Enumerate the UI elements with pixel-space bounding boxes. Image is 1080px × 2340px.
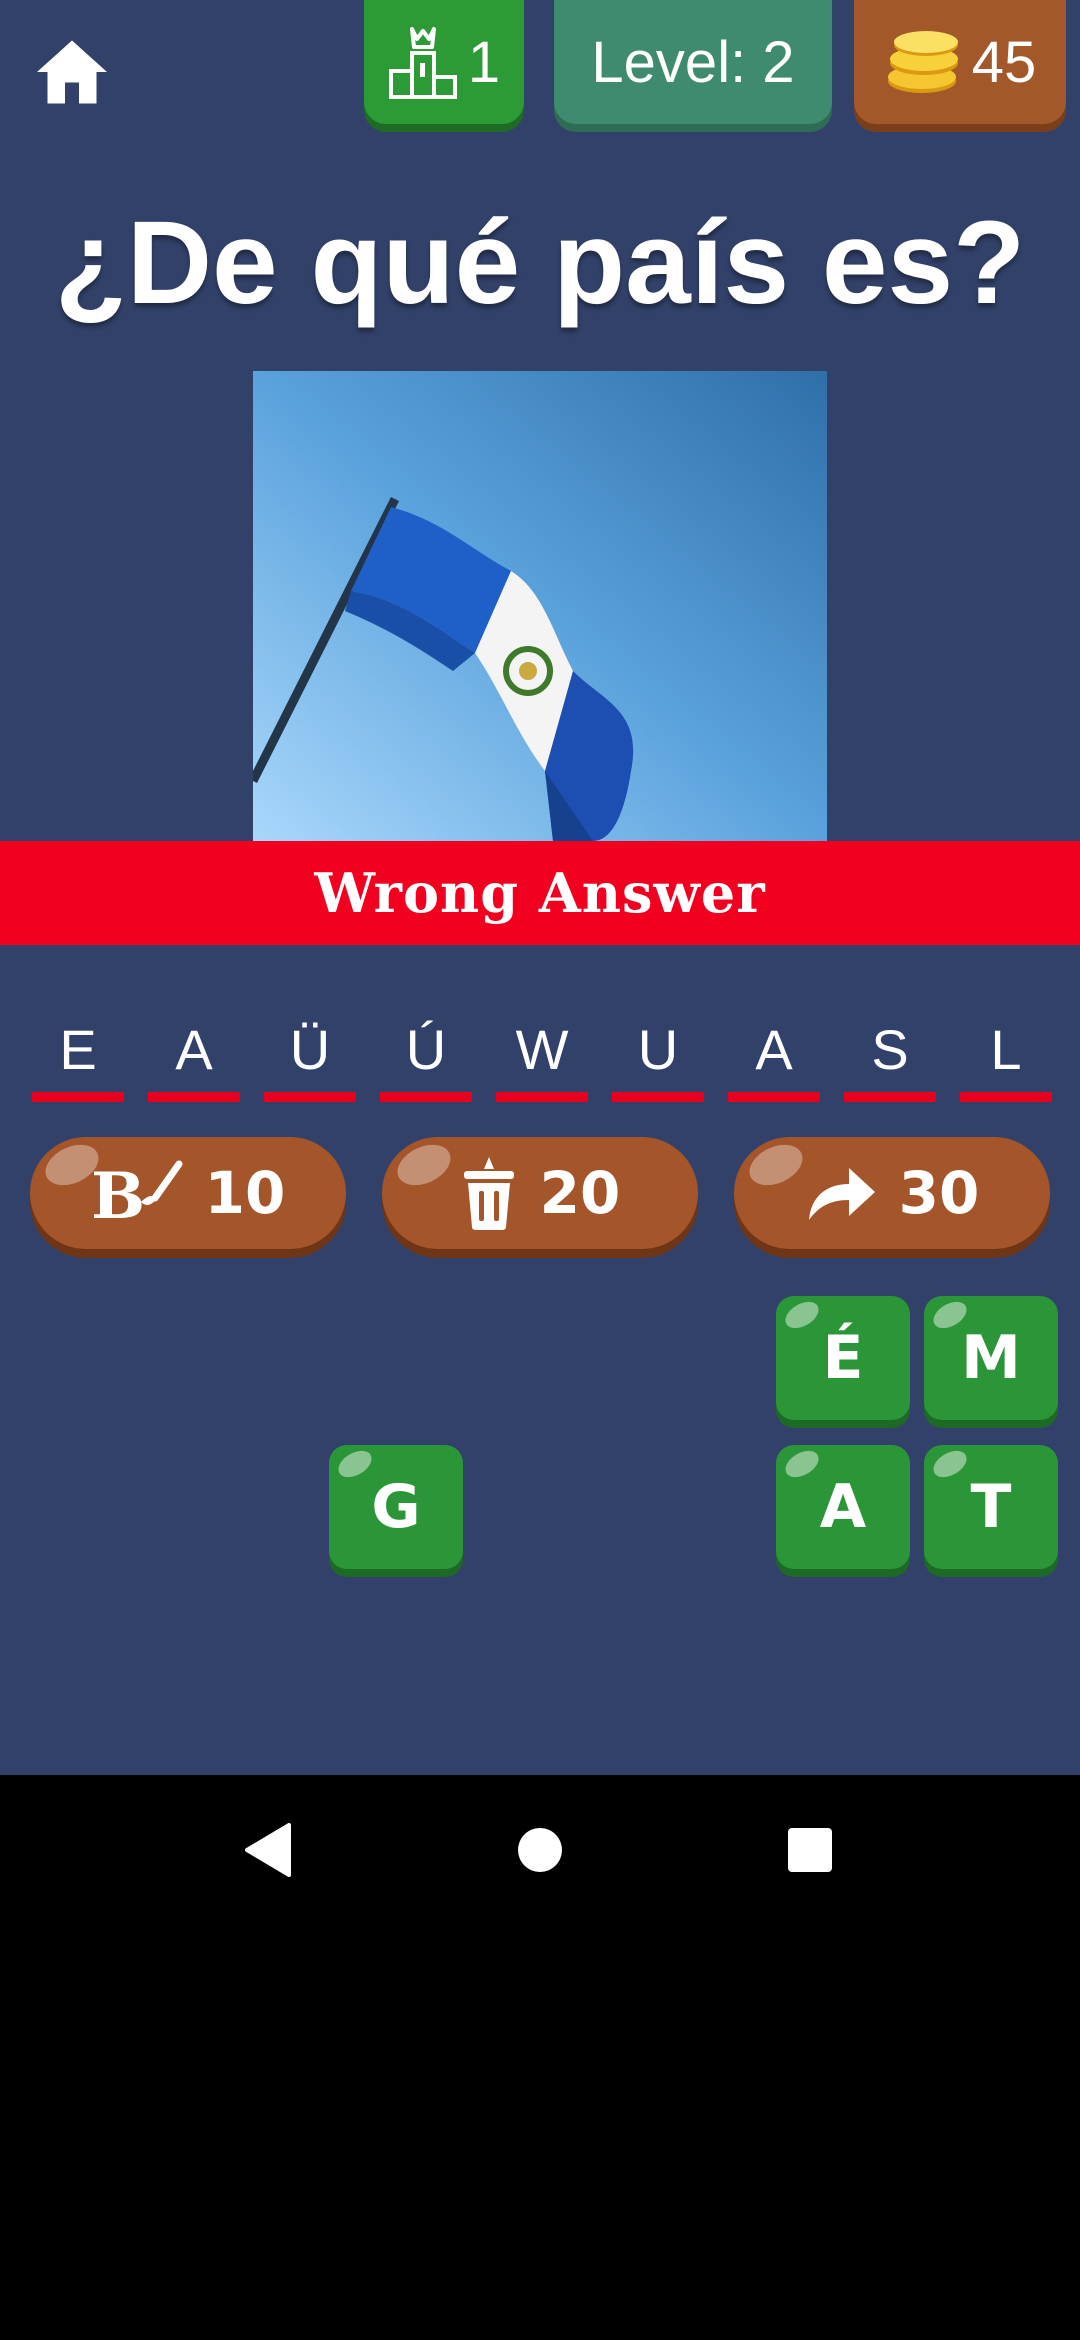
- tile-gloss: [333, 1445, 377, 1483]
- tile-letter: T: [970, 1472, 1012, 1542]
- slot-underline: [32, 1092, 124, 1102]
- tile-gloss: [780, 1445, 824, 1483]
- answer-slot[interactable]: W: [496, 1010, 588, 1102]
- remove-letters-button[interactable]: 20: [382, 1136, 698, 1249]
- level-text: Level: 2: [591, 29, 795, 95]
- coins-button[interactable]: 45: [854, 0, 1066, 124]
- answer-slot[interactable]: Ú: [380, 1010, 472, 1102]
- question-title: ¿De qué país es?: [54, 197, 1026, 329]
- answer-slot-letter: A: [175, 1018, 213, 1081]
- slot-underline: [496, 1092, 588, 1102]
- answer-slot-letter: A: [755, 1018, 793, 1081]
- coins-value: 45: [971, 29, 1037, 95]
- answer-slot[interactable]: E: [32, 1010, 124, 1102]
- level-indicator: Level: 2: [554, 0, 832, 124]
- home-button[interactable]: [30, 30, 114, 114]
- slot-underline: [380, 1092, 472, 1102]
- skip-arrow-icon: [808, 1168, 875, 1220]
- back-triangle-icon: [245, 1823, 291, 1877]
- slot-underline: [844, 1092, 936, 1102]
- letter-tile-m[interactable]: M: [924, 1296, 1058, 1420]
- tile-letter: G: [371, 1472, 421, 1542]
- answer-slot[interactable]: S: [844, 1010, 936, 1102]
- slot-underline: [148, 1092, 240, 1102]
- home-icon: [37, 40, 107, 104]
- answer-slot[interactable]: L: [960, 1010, 1052, 1102]
- svg-text:B: B: [91, 1159, 145, 1228]
- tile-gloss: [780, 1296, 824, 1334]
- tile-letter: É: [822, 1323, 864, 1393]
- slot-underline: [612, 1092, 704, 1102]
- system-navigation-bar: [0, 1775, 1080, 1920]
- tile-gloss: [928, 1445, 972, 1483]
- tile-letter: A: [819, 1472, 867, 1542]
- answer-slot[interactable]: A: [148, 1010, 240, 1102]
- flag-photo: [253, 371, 827, 841]
- letter-tile-t[interactable]: T: [924, 1445, 1058, 1569]
- answer-slot[interactable]: U: [612, 1010, 704, 1102]
- reveal-letter-button[interactable]: B 10: [30, 1136, 346, 1249]
- remove-letters-cost: 20: [539, 1159, 621, 1227]
- home-nav-button[interactable]: [505, 1815, 575, 1885]
- reveal-letter-cost: 10: [204, 1159, 286, 1227]
- skip-level-cost: 30: [898, 1159, 980, 1227]
- recents-square-icon: [788, 1828, 832, 1872]
- slot-underline: [728, 1092, 820, 1102]
- letter-tile-e-acute[interactable]: É: [776, 1296, 910, 1420]
- answer-slot-letter: U: [637, 1018, 679, 1081]
- back-button[interactable]: [233, 1815, 303, 1885]
- answer-slot-letter: L: [990, 1018, 1022, 1081]
- wrong-answer-banner: Wrong Answer: [0, 841, 1080, 945]
- skip-level-button[interactable]: 30: [734, 1136, 1050, 1249]
- answer-slots: E A Ü Ú W U A S L: [32, 1010, 1052, 1102]
- answer-slot[interactable]: A: [728, 1010, 820, 1102]
- recents-button[interactable]: [775, 1815, 845, 1885]
- answer-slot-letter: W: [515, 1018, 569, 1081]
- game-screen: 1 Level: 2 45 ¿De qué país es? Wrong Ans…: [0, 0, 1080, 1775]
- slot-underline: [264, 1092, 356, 1102]
- answer-slot-letter: E: [59, 1018, 97, 1081]
- paint-brush-letter-icon: B: [91, 1159, 183, 1228]
- podium-crown-icon: [388, 27, 457, 99]
- answer-slot[interactable]: Ü: [264, 1010, 356, 1102]
- leaderboard-button[interactable]: 1: [364, 0, 524, 124]
- slot-underline: [960, 1092, 1052, 1102]
- home-circle-icon: [518, 1828, 562, 1872]
- tile-letter: M: [961, 1323, 1021, 1393]
- answer-slot-letter: Ú: [405, 1018, 447, 1081]
- button-gloss: [743, 1136, 809, 1194]
- button-gloss: [391, 1136, 457, 1194]
- answer-slot-letter: S: [871, 1018, 909, 1081]
- letter-tile-a[interactable]: A: [776, 1445, 910, 1569]
- letter-tile-g[interactable]: G: [329, 1445, 463, 1569]
- trash-can-icon: [463, 1157, 514, 1230]
- coins-icon: [887, 31, 958, 93]
- answer-slot-letter: Ü: [289, 1018, 331, 1081]
- rank-value: 1: [467, 29, 501, 95]
